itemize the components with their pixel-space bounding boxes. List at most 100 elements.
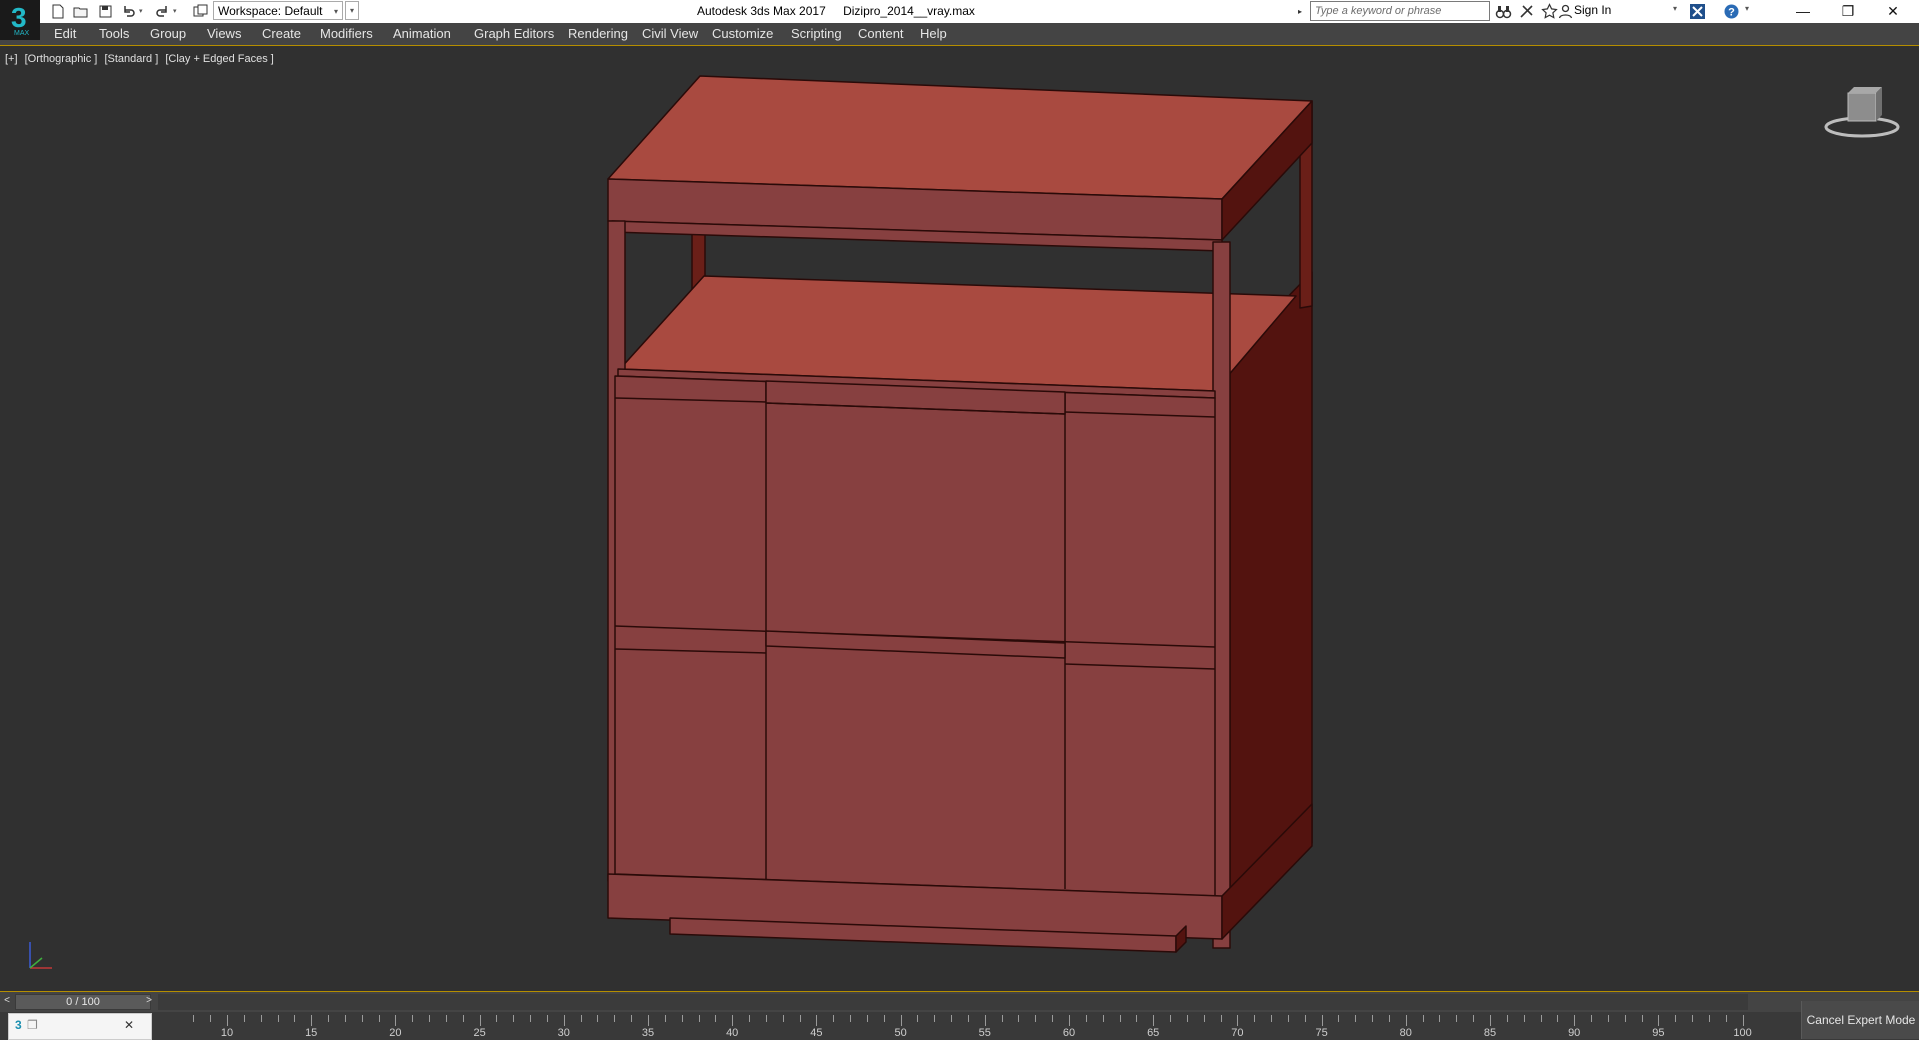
timeline-tick — [749, 1015, 751, 1022]
menu-edit[interactable]: Edit — [54, 26, 76, 41]
undo-dropdown-icon[interactable]: ▾ — [139, 2, 147, 21]
timeline-tick — [546, 1015, 548, 1022]
timeline-tick — [631, 1015, 633, 1022]
menu-group[interactable]: Group — [150, 26, 186, 41]
timeline-tick — [378, 1015, 380, 1022]
scene-explorer-tab[interactable]: 3 ❐ ✕ — [8, 1013, 152, 1040]
viewport-orthographic[interactable]: [+] [Orthographic ] [Standard ] [Clay + … — [0, 45, 1919, 992]
workspace-dropdown[interactable]: Workspace: Default ▾ — [213, 1, 343, 20]
timeline-tick — [1641, 1015, 1643, 1022]
menu-help[interactable]: Help — [920, 26, 947, 41]
new-file-icon[interactable] — [48, 2, 67, 21]
undo-icon[interactable] — [119, 2, 138, 21]
timeline-tick — [1439, 1015, 1441, 1022]
user-icon — [1557, 3, 1574, 20]
timeline-tick — [1388, 1015, 1390, 1022]
timeline-tick — [1102, 1015, 1104, 1022]
communication-center-icon[interactable] — [1518, 3, 1535, 20]
menu-graph-editors[interactable]: Graph Editors — [474, 26, 554, 41]
menu-modifiers[interactable]: Modifiers — [320, 26, 373, 41]
menu-tools[interactable]: Tools — [99, 26, 129, 41]
time-slider-track[interactable] — [158, 994, 1748, 1010]
project-folder-icon[interactable] — [191, 2, 210, 21]
app-name: Autodesk 3ds Max 2017 — [697, 4, 826, 18]
close-icon[interactable]: ✕ — [124, 1018, 134, 1032]
timeline-tick — [328, 1015, 330, 1022]
timeline-tick — [210, 1015, 212, 1022]
axis-tripod-icon — [29, 942, 52, 969]
timeline-tick — [395, 1015, 397, 1026]
quick-access-customize-button[interactable]: ▾ — [345, 1, 359, 20]
menu-rendering[interactable]: Rendering — [568, 26, 628, 41]
redo-icon[interactable] — [153, 2, 172, 21]
timeline-tick — [833, 1015, 835, 1022]
sign-in-button[interactable]: Sign In — [1574, 3, 1611, 17]
search-input[interactable] — [1310, 1, 1490, 21]
timeline-tick — [732, 1015, 734, 1026]
close-button[interactable]: ✕ — [1871, 0, 1915, 23]
timeline-tick — [1321, 1015, 1323, 1026]
timeline-tick — [816, 1015, 818, 1026]
app-logo[interactable]: 3 MAX — [0, 0, 40, 40]
menu-scripting[interactable]: Scripting — [791, 26, 842, 41]
timeline-tick — [614, 1015, 616, 1022]
timeline-tick — [1001, 1015, 1003, 1022]
timeline-tick — [1540, 1015, 1542, 1022]
binoculars-icon[interactable] — [1495, 3, 1512, 20]
menu-content[interactable]: Content — [858, 26, 904, 41]
timeline-tick — [1490, 1015, 1491, 1026]
timeline-tick — [1675, 1015, 1677, 1022]
timeline-tick — [1338, 1015, 1340, 1022]
cabinet-model[interactable] — [0, 46, 1919, 991]
search-expand-icon[interactable]: ▸ — [1298, 2, 1308, 21]
minimize-button[interactable]: — — [1781, 0, 1825, 23]
timeline-tick — [1254, 1015, 1256, 1022]
restore-button[interactable]: ❐ — [1826, 0, 1870, 23]
track-bar[interactable]: 10 15 20 25 30 35 40 45 50 55 60 65 70 75 80 85 90 95 100 — [0, 1012, 1919, 1040]
timeline-tick-label: 60 — [1062, 1027, 1076, 1039]
menu-bar: Edit Tools Group Views Create Modifiers … — [0, 23, 1919, 46]
timeline-tick-label: 85 — [1483, 1027, 1497, 1039]
timeline-tick — [563, 1015, 565, 1026]
timeline-tick — [765, 1015, 767, 1022]
time-slider-handle[interactable]: 0 / 100 — [15, 994, 151, 1010]
redo-dropdown-icon[interactable]: ▾ — [173, 2, 181, 21]
menu-customize[interactable]: Customize — [712, 26, 773, 41]
favorites-star-icon[interactable] — [1541, 3, 1558, 20]
save-icon[interactable] — [96, 2, 115, 21]
track-bar-ruler[interactable]: 10 15 20 25 30 35 40 45 50 55 60 65 70 75 80 85 90 95 100 — [152, 1012, 1752, 1040]
title-bar: ▾ ▾ Workspace: Default ▾ ▾ Autodesk 3ds … — [0, 0, 1919, 23]
menu-views[interactable]: Views — [207, 26, 241, 41]
viewcube-icon[interactable] — [1818, 79, 1900, 139]
timeline-tick — [1557, 1015, 1559, 1022]
cancel-expert-mode-button[interactable]: Cancel Expert Mode — [1801, 1001, 1919, 1039]
timeline-tick — [850, 1015, 852, 1022]
timeline-tick-label: 80 — [1399, 1027, 1412, 1039]
timeline-tick-label: 30 — [557, 1027, 570, 1039]
menu-animation[interactable]: Animation — [393, 26, 451, 41]
previous-frame-button[interactable]: < — [0, 995, 14, 1009]
exchange-apps-icon[interactable] — [1689, 3, 1706, 20]
open-file-icon[interactable] — [71, 2, 90, 21]
next-frame-button[interactable]: > — [142, 995, 156, 1009]
chevron-down-icon[interactable]: ▾ — [1745, 4, 1749, 13]
timeline-tick — [1624, 1015, 1626, 1022]
help-icon[interactable]: ? — [1723, 3, 1740, 20]
timeline-tick — [530, 1015, 532, 1022]
timeline-tick — [681, 1015, 683, 1022]
timeline-tick — [1136, 1015, 1138, 1022]
timeline-tick — [866, 1015, 868, 1022]
timeline-tick-label: 70 — [1231, 1027, 1244, 1039]
menu-create[interactable]: Create — [262, 26, 301, 41]
timeline-tick — [1052, 1015, 1054, 1022]
timeline-tick — [429, 1015, 431, 1022]
timeline-tick — [311, 1015, 313, 1026]
chevron-down-icon[interactable]: ▾ — [1673, 4, 1677, 13]
restore-icon[interactable]: ❐ — [27, 1018, 38, 1032]
timeline-tick — [1186, 1015, 1188, 1022]
timeline-tick — [1523, 1015, 1525, 1022]
menu-civil-view[interactable]: Civil View — [642, 26, 698, 41]
timeline-tick — [967, 1015, 969, 1022]
timeline-tick — [1574, 1015, 1576, 1026]
timeline-tick — [934, 1015, 936, 1022]
